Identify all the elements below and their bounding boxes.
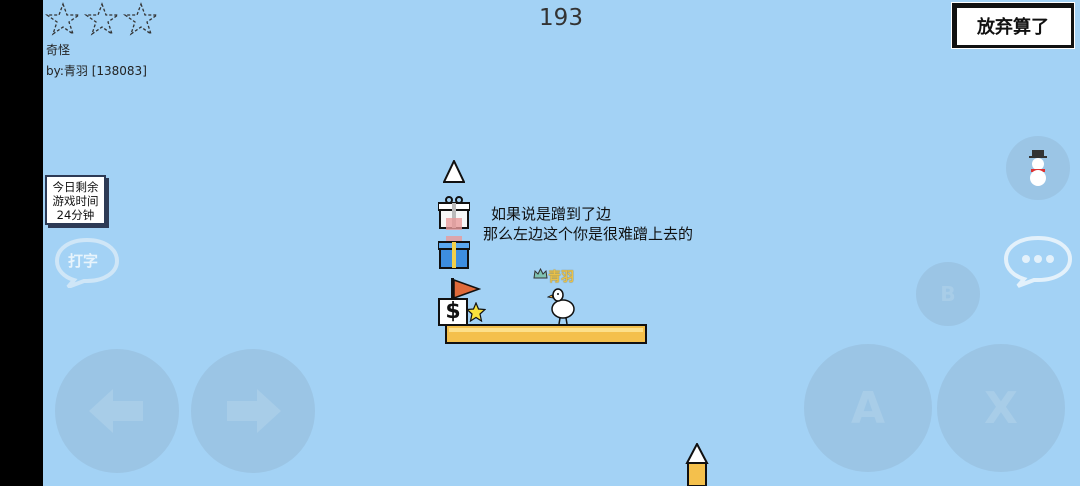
hint-text-line-1: 如果说是蹭到了边 — [491, 205, 612, 223]
star-outline-icon — [122, 2, 160, 36]
star-outline-icon — [83, 2, 121, 36]
player-name-tag: 青羽 — [548, 270, 575, 285]
move-right-button[interactable] — [191, 349, 315, 473]
type-label: 打字 — [68, 252, 99, 270]
left-black-bar — [0, 0, 43, 486]
countdown-timer: 193 — [539, 5, 583, 31]
chat-button[interactable] — [1003, 234, 1073, 288]
level-author: by:青羽 [138083] — [46, 64, 147, 78]
star-outline-icon — [45, 2, 82, 36]
spike-pillar — [685, 443, 709, 486]
move-left-button[interactable] — [55, 349, 179, 473]
time-left-line-2: 游戏时间 — [52, 194, 99, 208]
gift-icon — [438, 236, 470, 269]
a-jump-button[interactable]: A — [804, 344, 932, 472]
gift-icon — [438, 196, 470, 230]
yellow-platform — [445, 324, 647, 344]
snowman-icon — [1029, 150, 1047, 186]
arrow-right-icon — [227, 389, 281, 433]
b-button[interactable]: B — [916, 262, 980, 326]
spike-icon — [443, 160, 465, 183]
snowman-skin-button[interactable] — [1006, 136, 1070, 200]
type-chat-button[interactable]: 打字 — [54, 236, 120, 289]
time-left-line-3: 24分钟 — [56, 208, 95, 222]
dollar-sign-block: $ — [438, 298, 468, 326]
star-icon — [466, 302, 486, 322]
time-left-line-1: 今日剩余 — [52, 180, 99, 194]
give-up-button[interactable]: 放弃算了 — [952, 3, 1074, 48]
remaining-play-time-panel: 今日剩余 游戏时间 24分钟 — [45, 175, 106, 225]
rating-stars — [45, 2, 160, 36]
level-name: 奇怪 — [46, 43, 71, 57]
arrow-left-icon — [89, 389, 143, 433]
hint-text-line-2: 那么左边这个你是很难蹭上去的 — [483, 225, 694, 243]
x-button[interactable]: X — [937, 344, 1065, 472]
duck-icon — [547, 288, 575, 325]
chat-bubble-icon — [1003, 235, 1073, 288]
crown-icon — [533, 268, 548, 279]
